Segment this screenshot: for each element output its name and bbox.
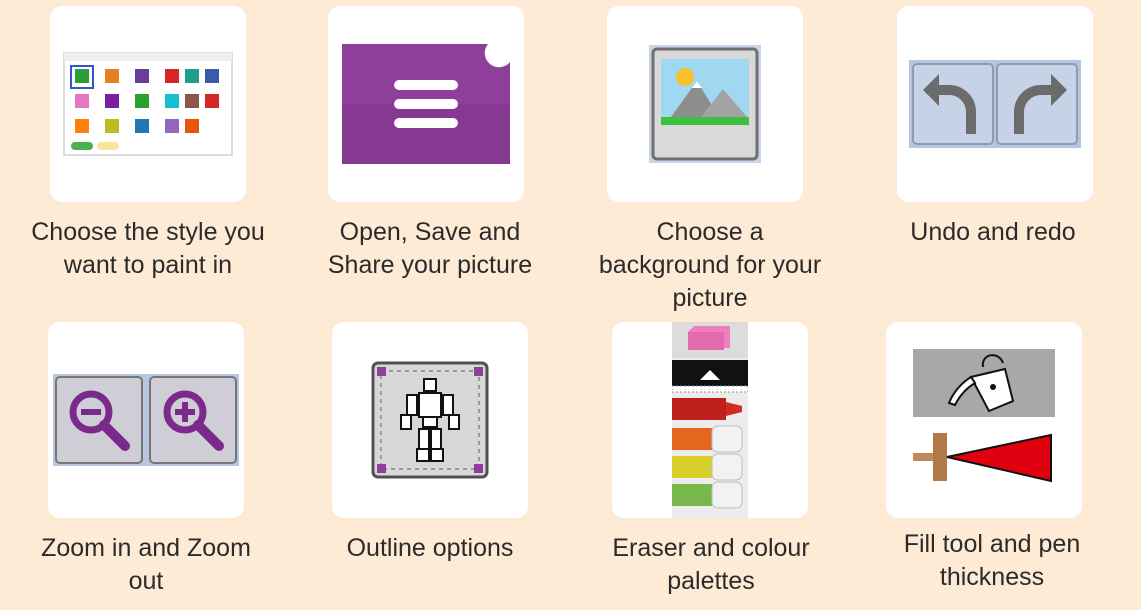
undo-redo-icon	[909, 60, 1081, 148]
caption-fill: Fill tool and pen thickness	[844, 528, 1140, 594]
outline-figure-icon	[371, 361, 489, 479]
background-picture-icon	[649, 45, 761, 163]
caption-eraser: Eraser and colour palettes	[562, 532, 860, 598]
card-file[interactable]	[328, 6, 524, 202]
card-outline[interactable]	[332, 322, 528, 518]
card-style[interactable]	[50, 6, 246, 202]
caption-undo-redo: Undo and redo	[850, 216, 1136, 249]
caption-line: out	[128, 567, 164, 595]
caption-line: thickness	[939, 563, 1045, 591]
zoom-in-out-icon	[53, 374, 239, 466]
caption-line: Undo and redo	[910, 218, 1076, 246]
card-fill[interactable]	[886, 322, 1082, 518]
caption-line: palettes	[667, 567, 755, 595]
file-menu-icon	[342, 44, 510, 164]
card-eraser[interactable]	[612, 322, 808, 518]
caption-line: Open, Save and	[339, 218, 521, 246]
caption-line: Zoom in and Zoom	[41, 534, 251, 562]
caption-line: Eraser and colour	[612, 534, 810, 562]
card-zoom[interactable]	[48, 322, 244, 518]
card-undo-redo[interactable]	[897, 6, 1093, 202]
card-background[interactable]	[607, 6, 803, 202]
caption-file: Open, Save and Share your picture	[280, 216, 580, 282]
caption-line: background for your	[598, 251, 822, 279]
eraser-palette-icon	[672, 322, 748, 518]
caption-zoom: Zoom in and Zoom out	[0, 532, 292, 598]
caption-line: Share your picture	[327, 251, 533, 279]
caption-background: Choose a background for your picture	[560, 216, 860, 315]
caption-line: Choose a	[656, 218, 764, 246]
style-chooser-icon	[63, 52, 233, 156]
caption-style: Choose the style you want to paint in	[0, 216, 296, 282]
caption-line: picture	[672, 284, 748, 312]
caption-line: want to paint in	[63, 251, 233, 279]
caption-line: Fill tool and pen	[903, 530, 1081, 558]
caption-outline: Outline options	[282, 532, 578, 565]
caption-line: Outline options	[346, 534, 514, 562]
fill-pen-icon	[913, 349, 1055, 491]
caption-line: Choose the style you	[31, 218, 265, 246]
